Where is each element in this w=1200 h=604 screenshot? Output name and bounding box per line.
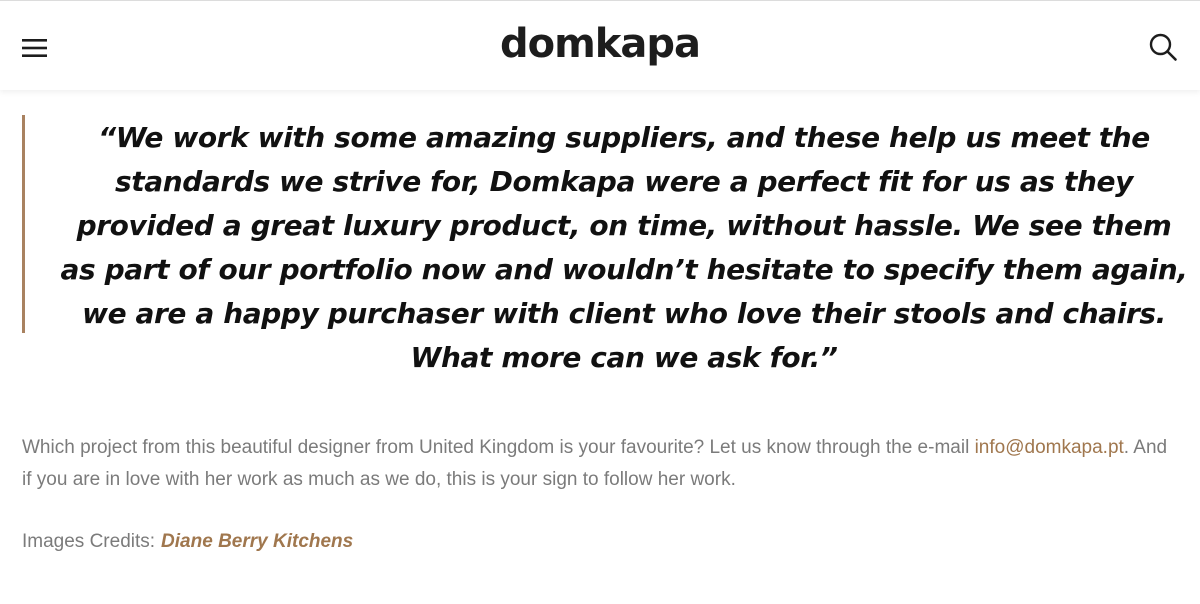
credits-link[interactable]: Diane Berry Kitchens <box>161 531 353 552</box>
body-text-before: Which project from this beautiful design… <box>22 437 975 458</box>
site-header: domkapa <box>0 0 1200 90</box>
image-credits: Images Credits: Diane Berry Kitchens <box>22 526 353 558</box>
site-logo[interactable]: domkapa <box>0 21 1200 67</box>
search-icon[interactable] <box>1148 32 1178 62</box>
blockquote-accent-bar <box>22 115 25 333</box>
testimonial-quote: “We work with some amazing suppliers, an… <box>60 121 1188 374</box>
credits-label: Images Credits: <box>22 531 156 552</box>
body-paragraph: Which project from this beautiful design… <box>22 432 1172 496</box>
email-link[interactable]: info@domkapa.pt <box>975 437 1124 458</box>
